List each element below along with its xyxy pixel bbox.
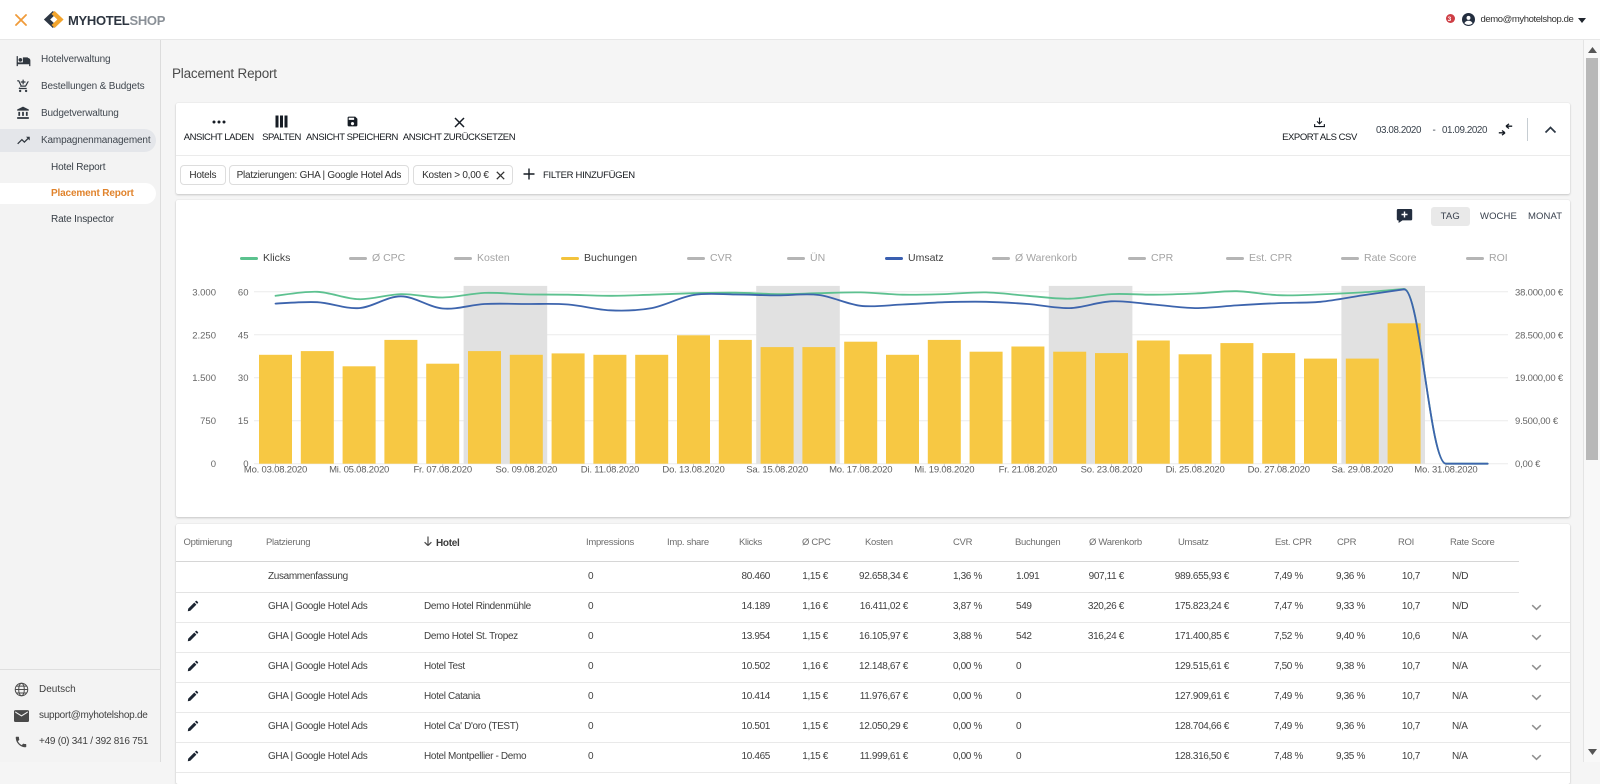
svg-text:3.000: 3.000 xyxy=(192,287,216,298)
svg-text:38.000,00 €: 38.000,00 € xyxy=(1515,287,1564,298)
svg-text:0: 0 xyxy=(243,459,248,470)
svg-text:2.250: 2.250 xyxy=(192,330,216,341)
svg-text:45: 45 xyxy=(238,330,249,341)
svg-text:Mo. 17.08.2020: Mo. 17.08.2020 xyxy=(829,465,892,476)
svg-text:Mi. 19.08.2020: Mi. 19.08.2020 xyxy=(914,465,974,476)
svg-text:9.500,00 €: 9.500,00 € xyxy=(1515,416,1559,427)
svg-text:So. 23.08.2020: So. 23.08.2020 xyxy=(1081,465,1143,476)
svg-text:0: 0 xyxy=(211,459,216,470)
svg-text:Di. 25.08.2020: Di. 25.08.2020 xyxy=(1166,465,1225,476)
svg-text:15: 15 xyxy=(238,416,249,427)
svg-text:750: 750 xyxy=(200,416,216,427)
svg-text:So. 09.08.2020: So. 09.08.2020 xyxy=(495,465,557,476)
svg-text:28.500,00 €: 28.500,00 € xyxy=(1515,330,1564,341)
svg-text:Sa. 29.08.2020: Sa. 29.08.2020 xyxy=(1331,465,1393,476)
svg-text:Mo. 31.08.2020: Mo. 31.08.2020 xyxy=(1414,465,1477,476)
svg-text:Do. 27.08.2020: Do. 27.08.2020 xyxy=(1248,465,1310,476)
svg-text:19.000,00 €: 19.000,00 € xyxy=(1515,373,1564,384)
svg-text:Di. 11.08.2020: Di. 11.08.2020 xyxy=(581,465,639,476)
svg-text:Fr. 21.08.2020: Fr. 21.08.2020 xyxy=(999,465,1057,476)
svg-text:Fr. 07.08.2020: Fr. 07.08.2020 xyxy=(413,465,471,476)
svg-text:Do. 13.08.2020: Do. 13.08.2020 xyxy=(662,465,724,476)
svg-text:0,00 €: 0,00 € xyxy=(1515,459,1541,470)
svg-text:60: 60 xyxy=(238,287,249,298)
svg-text:30: 30 xyxy=(238,373,249,384)
svg-text:Mi. 05.08.2020: Mi. 05.08.2020 xyxy=(329,465,389,476)
svg-text:Sa. 15.08.2020: Sa. 15.08.2020 xyxy=(746,465,808,476)
svg-text:1.500: 1.500 xyxy=(192,373,216,384)
svg-text:Mo. 03.08.2020: Mo. 03.08.2020 xyxy=(244,465,307,476)
